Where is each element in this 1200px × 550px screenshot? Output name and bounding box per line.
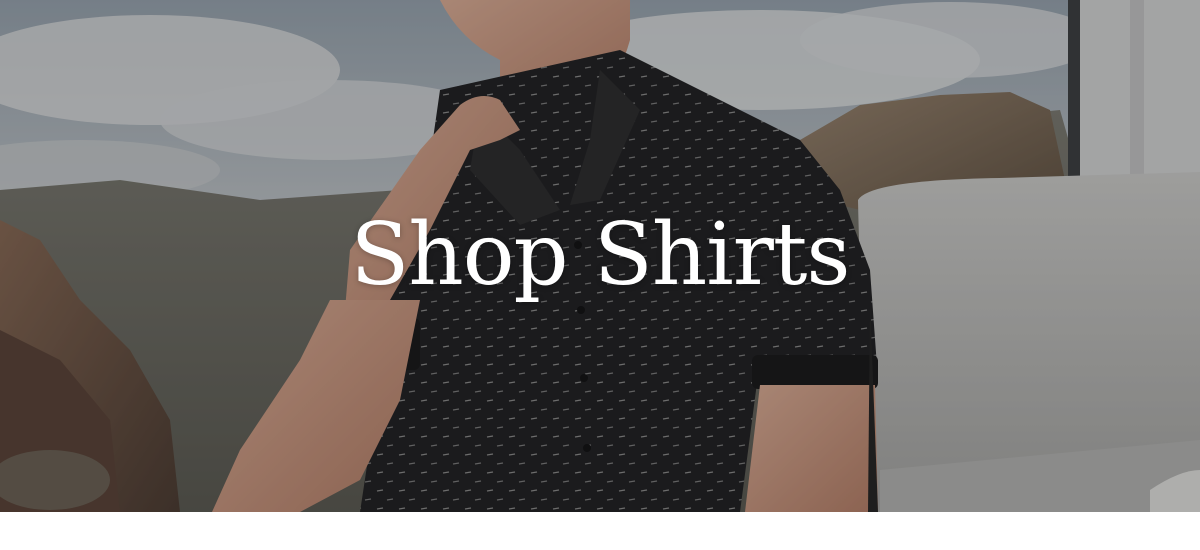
page: Shop Shirts	[0, 0, 1200, 550]
shop-shirts-banner[interactable]: Shop Shirts	[0, 0, 1200, 512]
banner-headline: Shop Shirts	[350, 205, 850, 305]
bottom-spacer	[0, 512, 1200, 550]
